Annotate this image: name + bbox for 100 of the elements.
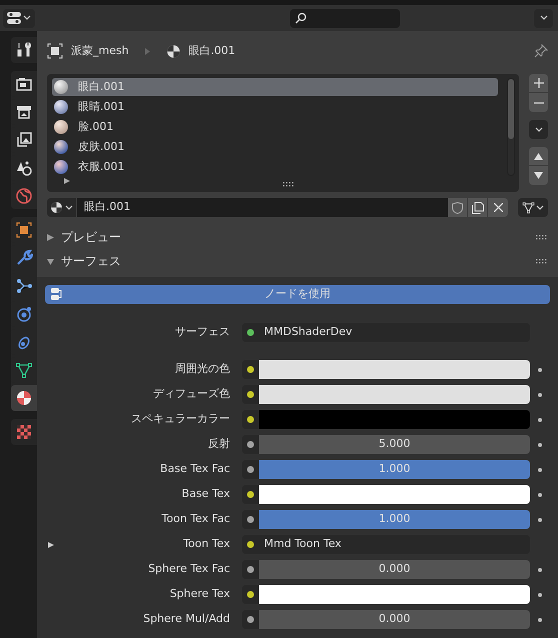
checkerboard-icon [15,423,33,441]
color-swatch[interactable] [259,585,530,604]
property-label: サーフェス [175,324,230,340]
linked-node-field[interactable]: Mmd Toon Tex [259,535,530,554]
property-label: Toon Tex Fac [162,511,230,528]
specials-menu-button[interactable] [529,120,548,139]
toggle-icon [7,12,21,24]
socket-button[interactable] [242,435,259,454]
scene-icon [15,159,33,177]
socket-button[interactable] [242,610,259,629]
expand-arrow-icon[interactable] [48,542,54,548]
orbit-icon [15,305,33,323]
color-swatch[interactable] [259,410,530,429]
material-preview-icon [54,120,68,134]
copy-icon [472,202,484,214]
value-slider[interactable]: 0.000 [259,610,530,629]
editor-type-button[interactable] [3,8,35,28]
object-icon [47,43,63,59]
material-sphere-icon [15,389,33,407]
material-name-field[interactable]: 眼白.001 [77,198,448,217]
properties-tab[interactable] [11,385,37,411]
minus-icon [534,102,544,104]
socket-button[interactable] [242,385,259,404]
socket-button[interactable] [242,535,259,554]
breadcrumb-material: 眼白.001 [188,42,236,59]
socket-button[interactable] [242,560,259,579]
globe-icon [15,187,33,205]
material-slot[interactable]: 眼白.001 [52,78,498,96]
triangle-up-icon [534,152,543,160]
shield-icon [452,202,463,214]
property-label: スペキュラーカラー [131,411,230,428]
chevron-down-icon [536,204,544,210]
value-slider[interactable]: 0.000 [259,560,530,579]
property-label: 周囲光の色 [175,361,230,378]
images-icon [15,131,33,149]
drag-handle-icon[interactable] [536,258,548,264]
property-label: Sphere Mul/Add [143,611,230,628]
panel-header[interactable]: プレビュー [47,228,121,246]
socket-button[interactable] [242,460,259,479]
material-browse-button[interactable] [47,198,77,217]
material-slot[interactable]: 眼睛.001 [52,98,498,116]
linked-node-field[interactable]: MMDShaderDev [259,323,530,342]
socket-button[interactable] [242,510,259,529]
property-label: Base Tex [182,486,230,502]
link-mode-button[interactable] [518,198,548,217]
search-field[interactable] [290,8,400,28]
property-label: Base Tex Fac [160,461,230,478]
chevron-down-icon [23,15,31,21]
property-label: Sphere Tex Fac [148,561,230,578]
property-label: ディフューズ色 [153,386,230,402]
panel-header[interactable]: サーフェス [47,252,121,270]
triangle-down-icon [534,172,543,179]
camera-icon [15,75,33,93]
color-swatch[interactable] [259,385,530,404]
collapse-arrow-icon [47,258,54,264]
property-label: Sphere Tex [170,586,230,602]
tools-icon [15,41,33,59]
close-icon [494,203,502,212]
material-preview-icon [54,100,68,114]
chevron-down-icon [65,204,73,210]
unlink-button[interactable] [488,198,508,217]
fake-user-button[interactable] [448,198,468,217]
drag-handle-icon[interactable] [536,234,548,240]
triangle-mesh-icon [522,201,535,214]
material-slot[interactable]: 脸.001 [52,118,498,136]
printer-icon [15,103,33,121]
color-swatch[interactable] [259,360,530,379]
object-icon [15,221,33,239]
node-icon [49,287,63,301]
breadcrumb-object: 派蒙_mesh [71,42,129,59]
socket-button[interactable] [242,585,259,604]
plus-icon [534,78,544,88]
socket-button[interactable] [242,360,259,379]
material-sphere-icon [166,44,181,58]
scrollbar-thumb[interactable] [508,79,514,139]
drag-handle-icon[interactable] [283,182,295,187]
expand-arrow-icon [47,234,54,240]
material-slot[interactable]: 衣服.001 [52,158,498,176]
material-preview-icon [54,160,68,174]
material-preview-icon [54,140,68,154]
options-dropdown[interactable] [534,8,553,28]
duplicate-button[interactable] [468,198,488,217]
pin-icon[interactable] [534,44,548,58]
color-swatch[interactable] [259,485,530,504]
particles-icon [15,277,33,295]
wrench-icon [15,249,33,267]
socket-button[interactable] [242,323,259,342]
property-label: Toon Tex [183,536,230,552]
material-sphere-icon [50,201,63,214]
property-label: 反射 [208,436,230,452]
chevron-down-icon [540,15,548,21]
socket-button[interactable] [242,410,259,429]
search-icon [294,12,306,24]
material-slot[interactable]: 皮肤.001 [52,138,498,156]
breadcrumb-arrow-icon [144,48,150,54]
expand-arrow-icon[interactable] [64,178,70,184]
value-slider[interactable]: 5.000 [259,435,530,454]
socket-button[interactable] [242,485,259,504]
material-preview-icon [54,80,68,94]
chevron-down-icon [534,126,542,132]
